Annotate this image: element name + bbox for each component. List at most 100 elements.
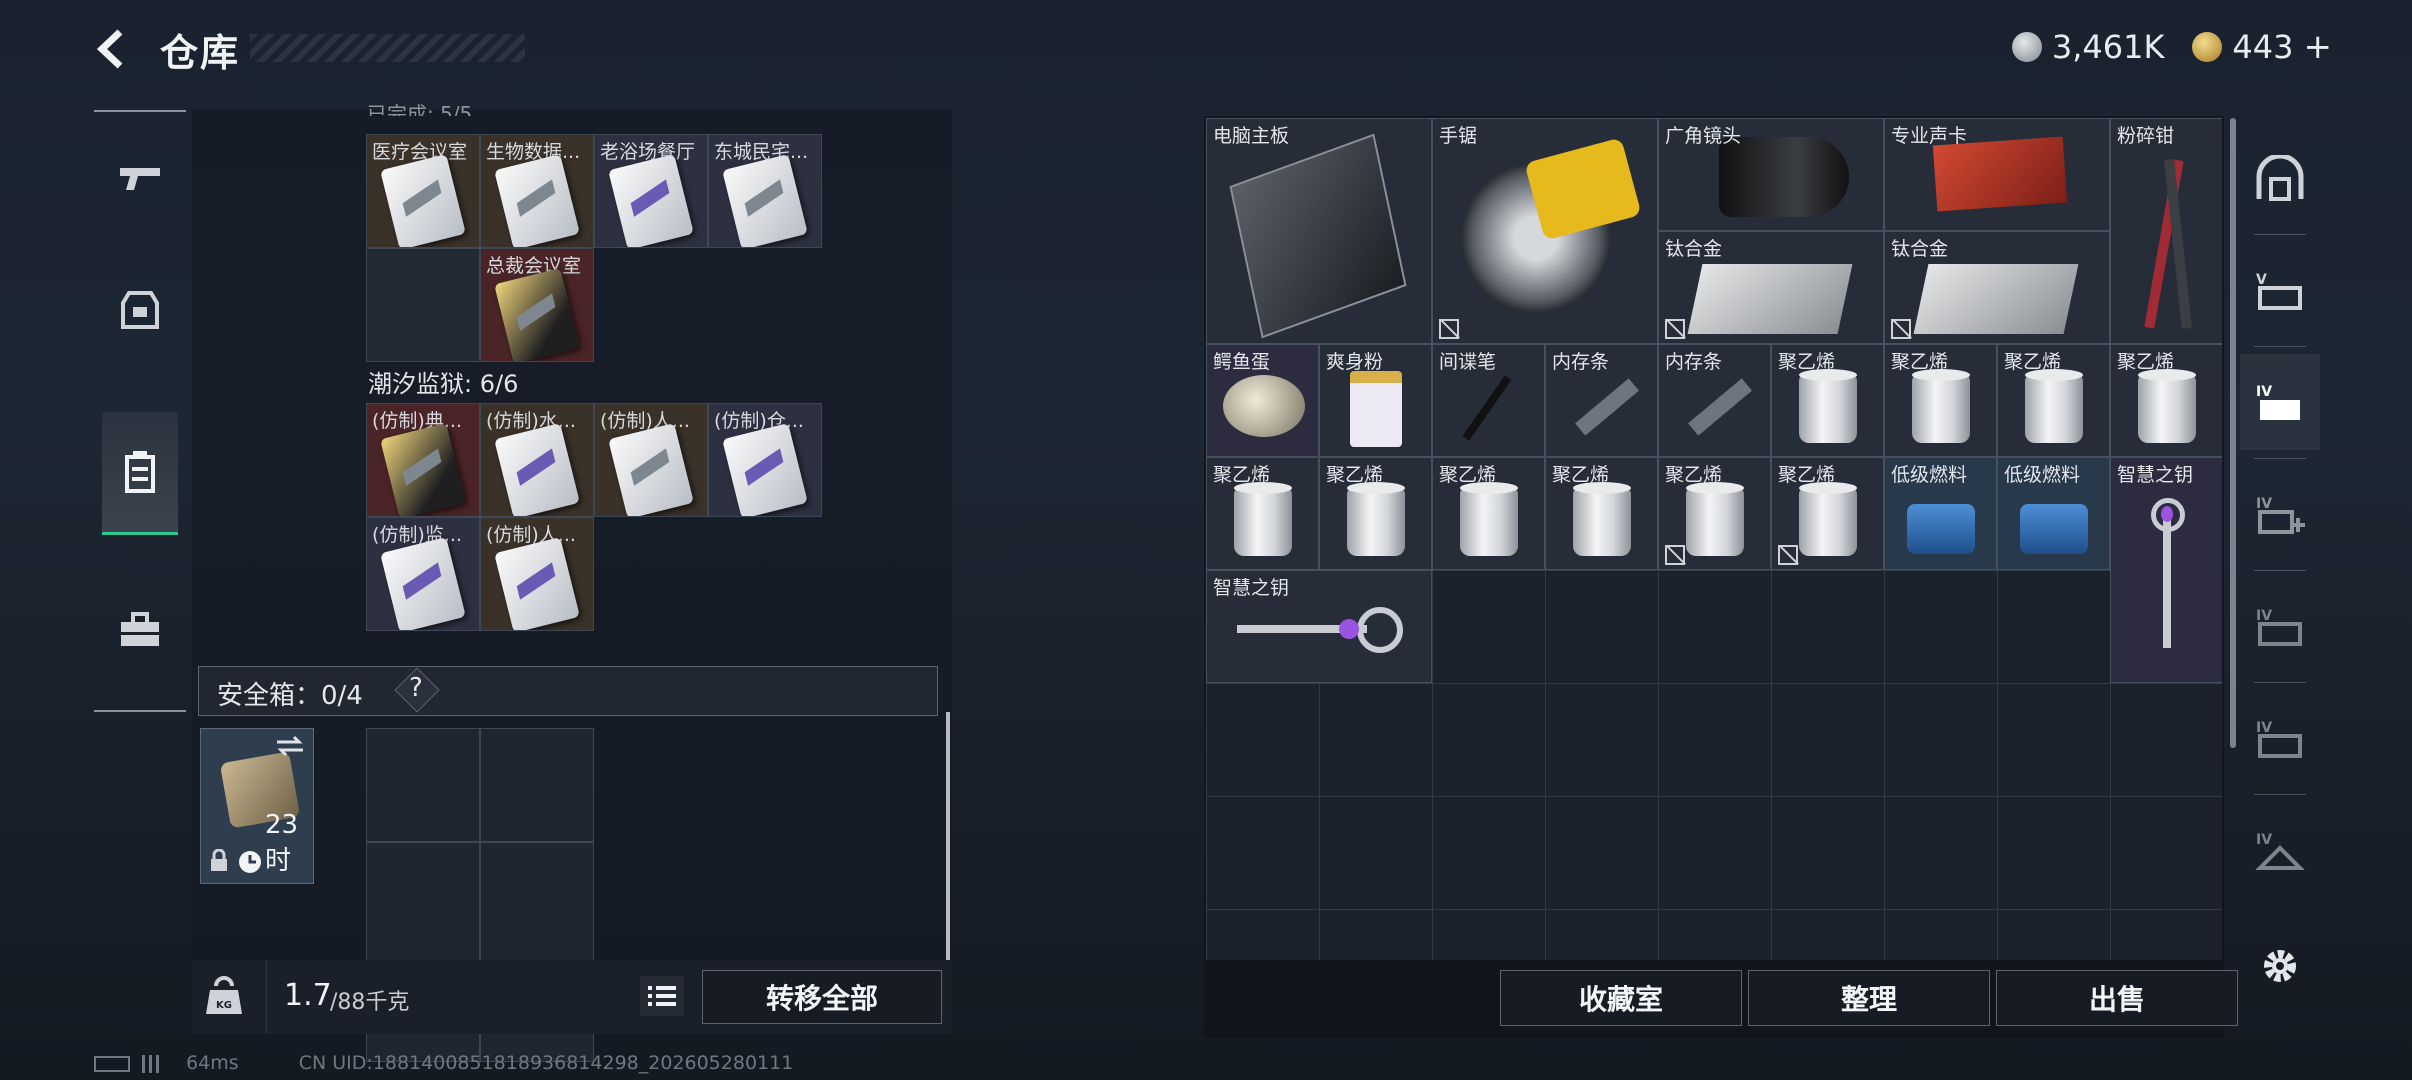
roll-icon: [1572, 482, 1631, 557]
item-motherboard[interactable]: 电脑主板: [1206, 118, 1432, 344]
key-card-slot[interactable]: 老浴场餐厅: [594, 134, 708, 248]
tab-storage-iv-active[interactable]: IV: [2240, 354, 2320, 450]
back-arrow-icon[interactable]: [92, 26, 138, 72]
item-ram[interactable]: 内存条: [1545, 344, 1658, 457]
keycard-icon: [494, 267, 580, 361]
roll-icon: [2137, 369, 2196, 444]
safe-slot[interactable]: [480, 728, 594, 842]
tab-storage[interactable]: [102, 412, 178, 535]
roll-icon: [1911, 369, 1970, 444]
left-scrollbar[interactable]: [946, 712, 950, 962]
item-titanium[interactable]: 钛合金: [1658, 231, 1884, 344]
storage-iv-icon: IV: [2256, 720, 2302, 758]
item-polyethylene[interactable]: 聚乙烯: [1319, 457, 1432, 570]
status-bar: 64ms CN UID:1881400851818936814298_20260…: [94, 1052, 1094, 1076]
tab-equipment[interactable]: [102, 250, 178, 370]
key-card-slot[interactable]: 生物数据...: [480, 134, 594, 248]
transfer-all-button[interactable]: 转移全部: [702, 970, 942, 1024]
key-card-slot[interactable]: (仿制)人...: [594, 403, 708, 517]
svg-text:IV: IV: [2256, 608, 2272, 624]
silver-amount: 3,461K: [2051, 28, 2165, 66]
divider: [266, 960, 267, 1034]
item-titanium[interactable]: 钛合金: [1884, 231, 2110, 344]
keycard-icon: [722, 422, 808, 516]
gold-coin-icon: [2192, 32, 2223, 62]
item-talc-powder[interactable]: 爽身粉: [1319, 344, 1432, 457]
tab-weapons[interactable]: [102, 118, 178, 238]
item-pliers[interactable]: 粉碎钳: [2110, 118, 2222, 344]
list-view-button[interactable]: [640, 976, 684, 1016]
keycard-icon: [380, 422, 466, 516]
inventory-grid: 电脑主板 手锯 广角镜头 专业声卡 粉碎钳 钛合金 钛合金 鳄鱼蛋 爽身粉 间谍…: [1206, 118, 2222, 960]
right-scrollbar[interactable]: [2230, 118, 2236, 748]
storage-v-icon: V: [2256, 272, 2302, 310]
empty-slot[interactable]: [366, 248, 480, 362]
item-spy-pen[interactable]: 间谍笔: [1432, 344, 1545, 457]
tab-storage-v[interactable]: V: [2240, 242, 2320, 338]
key-card-slot[interactable]: (仿制)仓...: [708, 403, 822, 517]
item-polyethylene[interactable]: 聚乙烯: [1997, 344, 2110, 457]
key-card-slot[interactable]: (仿制)人...: [480, 517, 594, 631]
roll-icon: [2024, 369, 2083, 444]
item-polyethylene[interactable]: 聚乙烯: [2110, 344, 2222, 457]
item-wisdom-key-vertical[interactable]: 智慧之钥: [2110, 457, 2222, 683]
collection-room-button[interactable]: 收藏室: [1500, 970, 1742, 1026]
help-icon[interactable]: ?: [409, 673, 423, 703]
key-card-slot[interactable]: 东城民宅...: [708, 134, 822, 248]
item-low-fuel[interactable]: 低级燃料: [1997, 457, 2110, 570]
item-polyethylene[interactable]: 聚乙烯: [1432, 457, 1545, 570]
swap-icon[interactable]: [275, 735, 305, 757]
motherboard-icon: [1229, 133, 1407, 339]
silver-coin-icon: [2011, 32, 2042, 62]
roll-icon: [1233, 482, 1292, 557]
keycard-icon: [380, 153, 466, 247]
separator: [2254, 458, 2306, 459]
key-card-slot[interactable]: (仿制)监...: [366, 517, 480, 631]
titanium-icon: [1687, 264, 1853, 334]
key-card-slot[interactable]: 医疗会议室: [366, 134, 480, 248]
storage-iv-icon: IV: [2256, 384, 2300, 420]
keycard-icon: [380, 536, 466, 630]
ram-icon: [1575, 378, 1639, 436]
item-polyethylene[interactable]: 聚乙烯: [1658, 457, 1771, 570]
gold-add-button[interactable]: +: [2304, 27, 2333, 67]
item-low-fuel[interactable]: 低级燃料: [1884, 457, 1997, 570]
safe-box-label: 安全箱：0/4: [217, 681, 363, 711]
item-polyethylene[interactable]: 聚乙烯: [1884, 344, 1997, 457]
clock-icon: [239, 851, 261, 873]
key-card-slot[interactable]: (仿制)水...: [480, 403, 594, 517]
item-saw[interactable]: 手锯: [1432, 118, 1658, 344]
item-croc-egg[interactable]: 鳄鱼蛋: [1206, 344, 1319, 457]
item-wide-lens[interactable]: 广角镜头: [1658, 118, 1884, 231]
sort-button[interactable]: 整理: [1748, 970, 1990, 1026]
tab-storage-iv-5[interactable]: IV: [2240, 802, 2320, 898]
item-ram[interactable]: 内存条: [1658, 344, 1771, 457]
item-polyethylene[interactable]: 聚乙烯: [1545, 457, 1658, 570]
tab-storage-iv-4[interactable]: IV: [2240, 690, 2320, 786]
ping-text: 64ms: [186, 1052, 239, 1074]
no-trade-icon: [1439, 319, 1459, 339]
key-card-slot[interactable]: 总裁会议室: [480, 248, 594, 362]
settings-button[interactable]: [2240, 926, 2320, 1006]
tab-arch-storage[interactable]: [2240, 130, 2320, 226]
tab-toolbox[interactable]: [102, 570, 178, 690]
left-storage-panel: 已完成: 5/5 医疗会议室 生物数据... 老浴场餐厅 东城民宅... 总裁会…: [192, 102, 952, 1062]
safe-slot[interactable]: [366, 728, 480, 842]
keycard-icon: [494, 536, 580, 630]
item-polyethylene[interactable]: 聚乙烯: [1771, 457, 1884, 570]
safe-box-header: 安全箱：0/4 ?: [198, 666, 938, 716]
tab-storage-iv-add[interactable]: IV: [2240, 466, 2320, 562]
item-sound-card[interactable]: 专业声卡: [1884, 118, 2110, 231]
sell-button[interactable]: 出售: [1996, 970, 2238, 1026]
item-polyethylene[interactable]: 聚乙烯: [1206, 457, 1319, 570]
tab-storage-iv-3[interactable]: IV: [2240, 578, 2320, 674]
safe-box-item[interactable]: 23时: [200, 728, 314, 884]
item-wisdom-key-horizontal[interactable]: 智慧之钥: [1206, 570, 1432, 683]
svg-text:IV: IV: [2256, 720, 2272, 736]
keycard-icon: [494, 422, 580, 516]
separator: [2254, 570, 2306, 571]
item-polyethylene[interactable]: 聚乙烯: [1771, 344, 1884, 457]
pen-icon: [1462, 375, 1512, 441]
key-card-slot[interactable]: (仿制)典...: [366, 403, 480, 517]
list-icon: [648, 986, 676, 1006]
